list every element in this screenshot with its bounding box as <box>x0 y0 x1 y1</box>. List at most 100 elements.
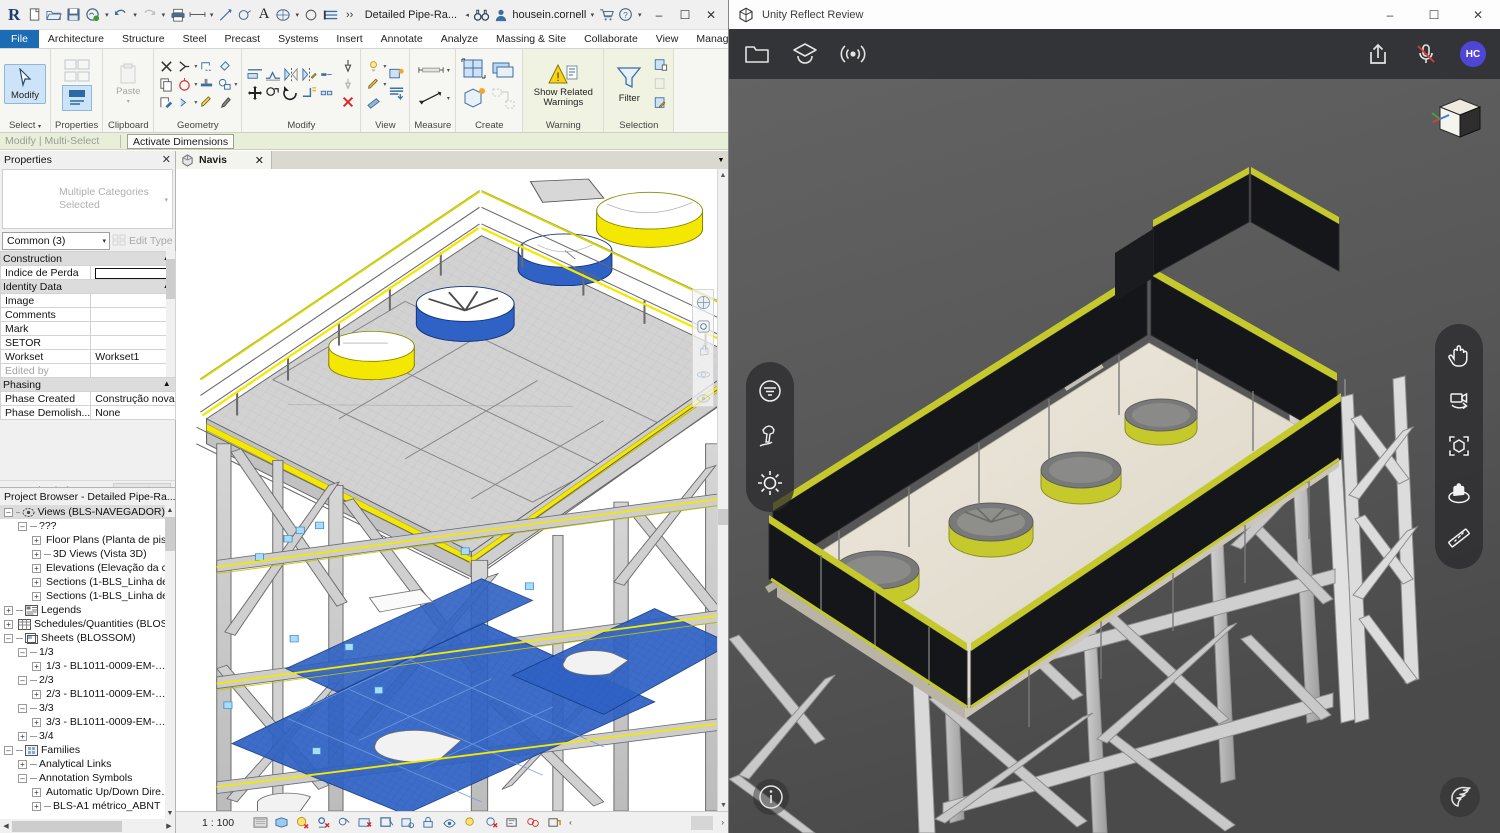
aligned-dimension-icon[interactable] <box>218 4 234 25</box>
text-icon[interactable]: A <box>256 4 272 25</box>
project-browser-node[interactable]: – Sheets (BLOSSOM) <box>0 631 165 645</box>
property-row[interactable]: Indice de Perda <box>0 265 176 280</box>
measure-tool-icon[interactable] <box>1442 521 1476 555</box>
edit-type-button[interactable]: Edit Type <box>112 234 173 248</box>
demolish-icon[interactable] <box>176 76 193 93</box>
view-tab-navis[interactable]: Navis ✕ <box>176 151 272 169</box>
trim-extend-icon[interactable] <box>300 84 317 101</box>
walk-mode-icon[interactable] <box>1442 475 1476 509</box>
scroll-right-icon[interactable]: ▶ <box>163 822 175 830</box>
property-value[interactable] <box>90 307 176 322</box>
project-browser-node[interactable]: +1/3 - BL1011-0009-EM-… <box>0 659 165 673</box>
project-browser-node[interactable]: + Analytical Links <box>0 757 165 771</box>
scroll-up-icon[interactable]: ▲ <box>718 169 728 181</box>
autodesk-store-icon[interactable] <box>598 4 614 25</box>
chevron-down-icon[interactable]: ▾ <box>589 11 595 19</box>
modify-button[interactable]: Modify <box>4 64 46 104</box>
collapse-icon[interactable]: – <box>4 745 13 755</box>
unity-3d-viewport[interactable] <box>729 79 1500 833</box>
open-project-icon[interactable] <box>46 4 63 25</box>
ribbon-tab-analyze[interactable]: Analyze <box>432 30 487 48</box>
type-selector[interactable]: Multiple Categories Selected ▾ <box>2 169 173 229</box>
status-right-icon[interactable]: › <box>721 818 724 827</box>
orbit-icon[interactable] <box>693 362 713 386</box>
expand-icon[interactable]: + <box>32 549 41 559</box>
expand-icon[interactable]: + <box>4 619 13 629</box>
collapse-icon[interactable]: – <box>4 507 13 517</box>
pan-hand-icon[interactable] <box>1442 338 1476 372</box>
property-row[interactable]: Phase Demolish... None <box>0 405 176 420</box>
user-avatar[interactable]: HC <box>1460 41 1486 67</box>
status-scroll-thumb[interactable] <box>691 815 714 830</box>
select-object-icon[interactable] <box>1442 429 1476 463</box>
show-crop-icon[interactable] <box>399 815 416 831</box>
paint-icon[interactable] <box>216 58 233 75</box>
ribbon-tab-precast[interactable]: Precast <box>216 30 270 48</box>
help-icon[interactable]: ? <box>618 4 634 25</box>
maximize-button[interactable]: ☐ <box>672 3 698 27</box>
user-avatar-icon[interactable] <box>493 4 509 25</box>
close-button[interactable]: ✕ <box>698 3 724 27</box>
crop-view-icon[interactable] <box>378 815 395 831</box>
chevron-down-icon[interactable]: ◂ <box>464 11 470 19</box>
measure-along-element-icon[interactable] <box>416 87 446 109</box>
panel-label-select[interactable]: Select ▾ <box>9 119 41 132</box>
properties-scrollbar[interactable] <box>166 247 175 377</box>
chevron-down-icon[interactable]: ▾ <box>209 11 215 19</box>
save-as-cloud-icon[interactable] <box>85 4 101 25</box>
sun-path-icon[interactable] <box>315 815 332 831</box>
maximize-button[interactable]: ☐ <box>1412 0 1456 29</box>
property-value[interactable]: None <box>90 405 176 420</box>
linework-icon[interactable] <box>365 94 382 111</box>
property-row[interactable]: SETOR <box>0 335 176 350</box>
expand-icon[interactable]: + <box>32 591 41 601</box>
project-browser-node[interactable]: – Annotation Symbols <box>0 771 165 785</box>
render-dialog-icon[interactable] <box>357 815 374 831</box>
scrollbar-thumb[interactable] <box>718 509 728 525</box>
split-face-icon[interactable] <box>198 58 215 75</box>
expand-icon[interactable]: + <box>32 661 41 671</box>
delete-icon[interactable] <box>339 94 356 111</box>
collapse-icon[interactable]: – <box>18 647 27 657</box>
cope-icon[interactable] <box>216 76 233 93</box>
broadcast-icon[interactable] <box>839 40 867 68</box>
property-group-construction[interactable]: Construction▲ <box>0 251 176 266</box>
project-browser-node[interactable]: – 1/3 <box>0 645 165 659</box>
collapse-icon[interactable]: – <box>18 675 27 685</box>
ribbon-tab-collaborate[interactable]: Collaborate <box>575 30 647 48</box>
wall-joins-icon[interactable] <box>198 76 215 93</box>
viewport-scrollbar[interactable]: ▲ ▼ <box>717 169 728 811</box>
unjoin-icon[interactable] <box>176 94 193 111</box>
property-value[interactable] <box>90 321 176 336</box>
project-browser-vscrollbar[interactable]: ▲ ▼ <box>165 505 175 819</box>
project-browser-node[interactable]: +3/3 - BL1011-0009-EM-… <box>0 715 165 729</box>
collapse-icon[interactable]: – <box>18 703 27 713</box>
lock-3d-view-icon[interactable] <box>420 815 437 831</box>
scrollbar-thumb[interactable] <box>12 820 122 832</box>
filter-layers-icon[interactable] <box>753 374 787 408</box>
view-navigation-bar[interactable] <box>692 289 714 407</box>
scroll-down-icon[interactable]: ▼ <box>165 808 175 819</box>
property-group-phasing[interactable]: Phasing ▲ <box>0 377 176 392</box>
revit-3d-viewport[interactable] <box>176 169 728 811</box>
temporary-hide-isolate-icon[interactable] <box>441 815 458 831</box>
chevron-down-icon[interactable]: ▾ <box>294 11 300 19</box>
thin-lines-icon[interactable] <box>322 4 338 25</box>
project-browser-hscrollbar[interactable]: ◀ ▶ <box>0 819 175 833</box>
ribbon-tab-systems[interactable]: Systems <box>269 30 327 48</box>
info-icon[interactable] <box>753 779 789 815</box>
status-more-icon[interactable]: ‹ <box>569 818 572 827</box>
look-icon[interactable] <box>693 386 713 410</box>
expand-icon[interactable]: + <box>18 731 27 741</box>
new-project-icon[interactable] <box>27 4 43 25</box>
temporary-view-properties-icon[interactable] <box>483 815 500 831</box>
scene-environment-icon[interactable] <box>753 420 787 454</box>
create-assembly-icon[interactable] <box>490 57 518 83</box>
project-browser-tree[interactable]: – Views (BLS-NAVEGADOR) –??? + Floor Plans (… <box>0 505 165 819</box>
chevron-down-icon[interactable]: ▾ <box>132 11 138 19</box>
expand-icon[interactable]: + <box>32 717 41 727</box>
ribbon-tab-massing-site[interactable]: Massing & Site <box>487 30 575 48</box>
view-cube-gizmo[interactable] <box>1420 89 1482 151</box>
rotate-icon[interactable] <box>282 84 299 101</box>
steering-wheel-icon[interactable] <box>693 290 713 314</box>
